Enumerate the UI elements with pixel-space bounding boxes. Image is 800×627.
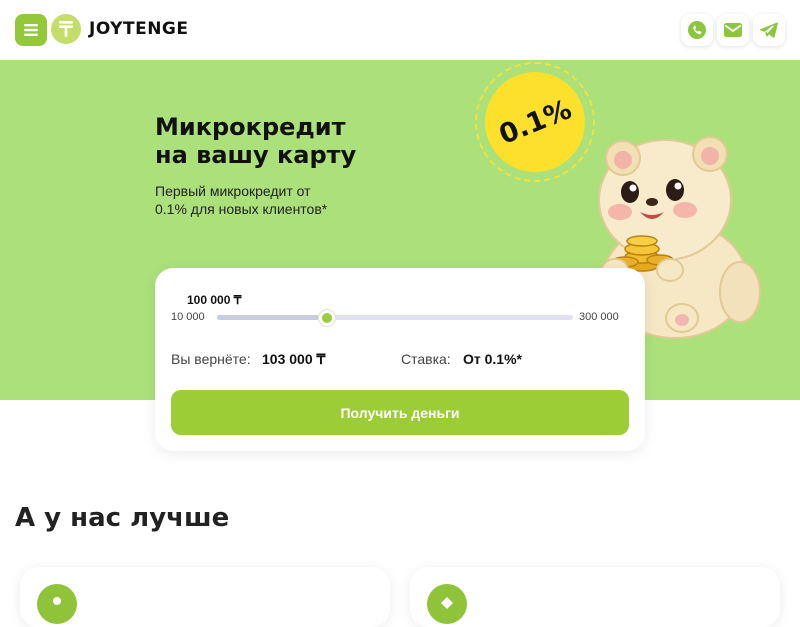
loan-calculator-card: 100 000 ₸ 10 000 300 000 Вы вернёте: 103… bbox=[155, 268, 645, 451]
slider-thumb[interactable] bbox=[319, 310, 336, 326]
menu-icon bbox=[24, 24, 38, 36]
hero-subtitle: Первый микрокредит от 0.1% для новых кли… bbox=[155, 183, 328, 217]
feature-card-icon bbox=[37, 584, 77, 624]
rate-badge: 0.1% bbox=[485, 72, 585, 172]
feature-card-icon bbox=[427, 584, 467, 624]
telegram-icon bbox=[760, 22, 778, 38]
feature-card bbox=[20, 567, 390, 627]
phone-icon bbox=[688, 21, 706, 39]
menu-button[interactable] bbox=[15, 14, 47, 46]
telegram-button[interactable] bbox=[753, 14, 785, 46]
phone-button[interactable] bbox=[681, 14, 713, 46]
slider-fill bbox=[217, 315, 328, 320]
return-label: Вы вернёте: bbox=[171, 351, 251, 367]
feature-card bbox=[410, 567, 780, 627]
amount-slider[interactable] bbox=[217, 310, 573, 326]
slider-max-label: 300 000 bbox=[579, 311, 619, 323]
rate-badge-text: 0.1% bbox=[494, 93, 576, 151]
hero-title: Микрокредит на вашу карту bbox=[155, 113, 415, 169]
rate-value: От 0.1%* bbox=[463, 351, 522, 367]
slider-min-label: 10 000 bbox=[171, 311, 205, 323]
rate-label: Ставка: bbox=[401, 351, 451, 367]
mail-button[interactable] bbox=[717, 14, 749, 46]
return-value: 103 000 ₸ bbox=[262, 351, 326, 367]
site-header: JOYTENGE bbox=[0, 0, 800, 60]
user-icon bbox=[53, 597, 61, 605]
logo[interactable] bbox=[51, 14, 81, 44]
mail-icon bbox=[724, 23, 742, 37]
brand-name[interactable]: JOYTENGE bbox=[89, 19, 188, 39]
hero-title-line-1: Микрокредит bbox=[155, 113, 346, 141]
hero-title-line-2: на вашу карту bbox=[155, 141, 357, 169]
diamond-icon bbox=[441, 597, 453, 609]
section-title: А у нас лучше bbox=[15, 503, 230, 533]
get-money-button[interactable]: Получить деньги bbox=[171, 390, 629, 435]
selected-amount: 100 000 ₸ bbox=[187, 293, 242, 307]
tenge-icon bbox=[59, 21, 73, 37]
